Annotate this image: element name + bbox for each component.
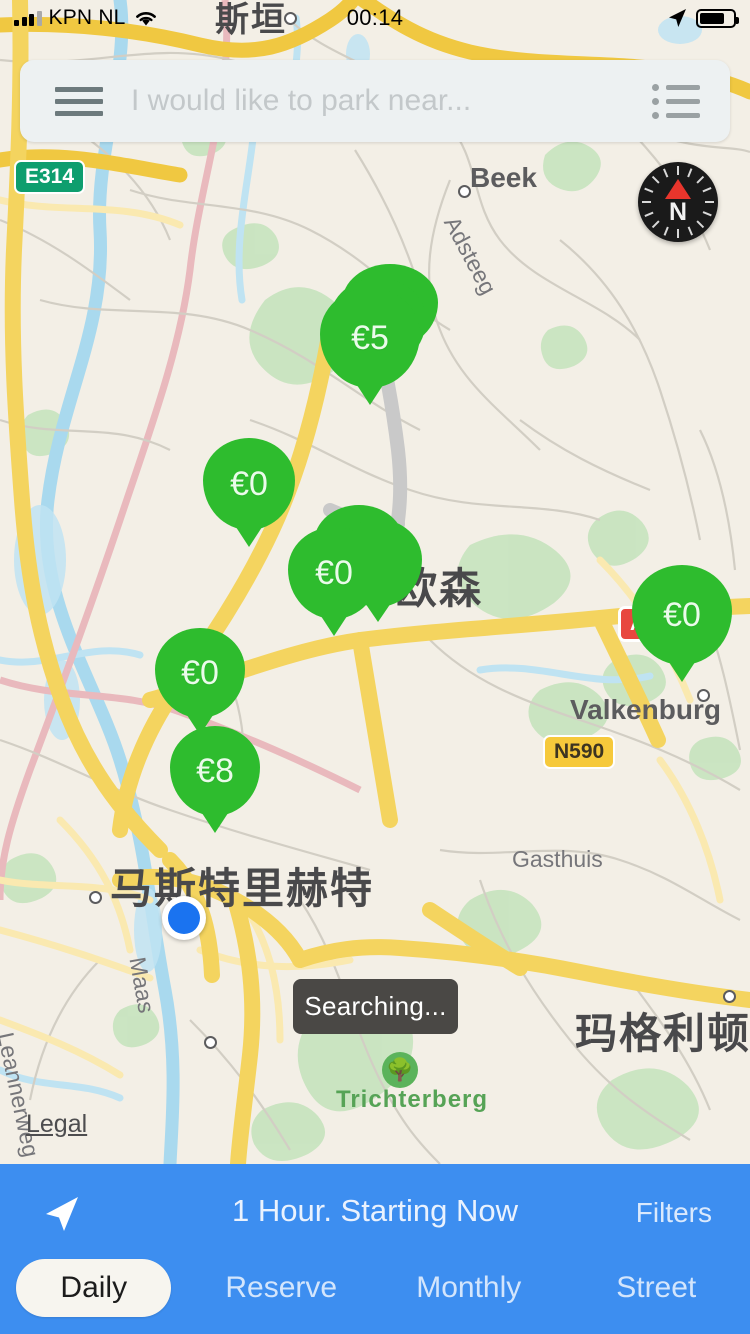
- tab-reserve-label: Reserve: [225, 1271, 338, 1304]
- pin-bubble: €5: [320, 288, 420, 405]
- tree-icon: 🌳: [382, 1052, 418, 1088]
- compass-tick: [696, 175, 705, 184]
- price-pin[interactable]: €0: [203, 438, 295, 547]
- compass-tick: [651, 175, 660, 184]
- status-bar-right: [666, 7, 739, 29]
- tab-street-label: Street: [616, 1271, 697, 1304]
- price-pin[interactable]: €8: [170, 726, 260, 833]
- location-arrow-icon: [669, 9, 686, 27]
- price-pin[interactable]: €0: [632, 565, 732, 682]
- tab-reserve[interactable]: Reserve: [188, 1254, 376, 1322]
- pin-bubble: €0: [203, 438, 295, 547]
- pin-price-label: €8: [196, 751, 234, 790]
- compass-tick: [677, 229, 679, 238]
- price-pin-cluster[interactable]: €0: [288, 505, 422, 636]
- pin-price-label: €0: [181, 653, 219, 692]
- bottom-bar: 1 Hour. Starting Now Filters Daily Reser…: [0, 1164, 750, 1334]
- compass-north-needle-icon: [665, 179, 691, 199]
- map-point-marker: [458, 185, 471, 198]
- tab-daily[interactable]: Daily: [0, 1254, 188, 1322]
- pin-price-label: €5: [351, 318, 389, 357]
- tab-monthly[interactable]: Monthly: [375, 1254, 563, 1322]
- map-point-marker: [89, 891, 102, 904]
- search-input[interactable]: [131, 84, 652, 118]
- road-shield-e314: E314: [14, 160, 86, 194]
- compass-tick: [687, 226, 693, 236]
- pin-bubble: €8: [170, 726, 260, 833]
- searching-toast: Searching...: [293, 979, 458, 1034]
- compass-tick: [663, 226, 669, 236]
- compass-tick: [702, 187, 712, 193]
- tab-daily-label: Daily: [16, 1259, 172, 1317]
- search-bar[interactable]: [20, 60, 730, 142]
- legal-link[interactable]: Legal: [26, 1110, 87, 1139]
- price-pin[interactable]: €0: [155, 628, 245, 735]
- pin-bubble: €0: [632, 565, 732, 682]
- tab-street[interactable]: Street: [563, 1254, 750, 1322]
- hamburger-menu-icon[interactable]: [55, 86, 103, 116]
- tab-monthly-label: Monthly: [416, 1271, 522, 1304]
- status-bar: KPN NL 00:14: [0, 0, 750, 40]
- list-view-icon[interactable]: [652, 83, 700, 119]
- compass-button[interactable]: N: [638, 162, 718, 242]
- map-point-marker: [723, 990, 736, 1003]
- compass-tick: [644, 187, 654, 193]
- compass-tick: [687, 168, 693, 178]
- map-point-marker: [204, 1036, 217, 1049]
- user-location-core: [168, 902, 200, 934]
- price-pin-cluster[interactable]: €5: [320, 264, 438, 405]
- tab-bar: Daily Reserve Monthly Street: [0, 1254, 750, 1322]
- compass-tick: [663, 168, 669, 178]
- pin-bubble: €0: [155, 628, 245, 735]
- map-canvas[interactable]: 斯垣 Beek Adsteeg 欧森 Valkenburg Gasthuis 马…: [0, 0, 750, 1164]
- clock-label: 00:14: [346, 5, 404, 30]
- compass-tick: [677, 166, 679, 175]
- compass-north-label: N: [668, 198, 688, 226]
- user-location-dot: [162, 896, 206, 940]
- pin-price-label: €0: [663, 595, 701, 634]
- pin-price-label: €0: [315, 553, 353, 592]
- battery-icon: [696, 8, 739, 28]
- map-point-marker: [697, 689, 710, 702]
- pin-price-label: €0: [230, 464, 268, 503]
- filters-button[interactable]: Filters: [636, 1197, 712, 1229]
- road-shield-n590: N590: [543, 735, 616, 769]
